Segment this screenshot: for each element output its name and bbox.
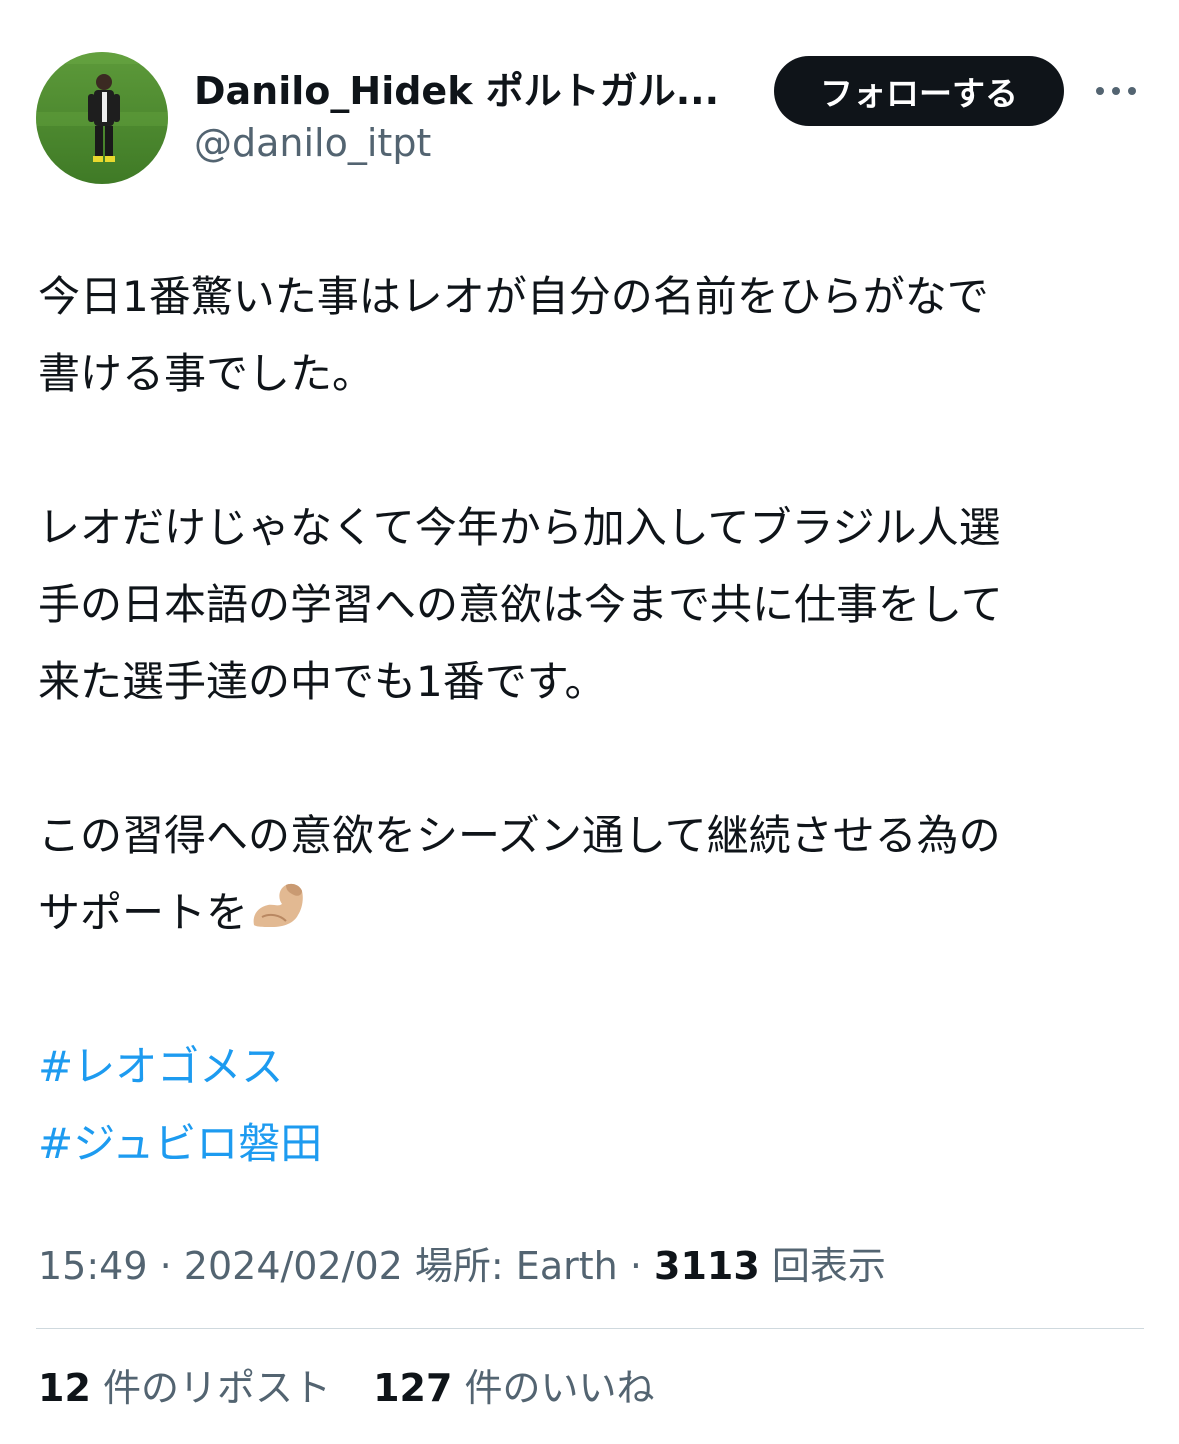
text-line: 書ける事でした。 — [38, 349, 375, 398]
text-line: 来た選手達の中でも1番です。 — [38, 657, 607, 706]
views-label: 回表示 — [771, 1244, 886, 1288]
meta-separator: · — [629, 1244, 642, 1288]
tweet-header: Danilo_Hidek ポルトガル... @danilo_itpt フォローす… — [36, 52, 1144, 186]
text-line: この習得への意欲をシーズン通して継続させる為の — [38, 811, 1001, 860]
hashtag-link[interactable]: #レオゴメス — [38, 1028, 1148, 1105]
user-handle[interactable]: @danilo_itpt — [194, 116, 754, 170]
avatar-image — [36, 52, 168, 184]
tweet-time[interactable]: 15:49 — [38, 1244, 148, 1288]
tweet-location: 場所: Earth — [414, 1244, 618, 1288]
engagement-stats: 12 件のリポスト 127 件のいいね — [38, 1360, 655, 1416]
paragraph-2: レオだけじゃなくて今年から加入してブラジル人選 手の日本語の学習への意欲は今まで… — [38, 489, 1148, 720]
hashtag-link[interactable]: #ジュビロ磐田 — [38, 1105, 1148, 1182]
text-line: サポートを — [38, 888, 249, 937]
paragraph-3: この習得への意欲をシーズン通して継続させる為の サポートを — [38, 797, 1148, 951]
reposts-stat[interactable]: 12 件のリポスト — [38, 1360, 331, 1416]
tweet-meta: 15:49 · 2024/02/02 場所: Earth · 3113 回表示 — [38, 1238, 886, 1294]
display-name[interactable]: Danilo_Hidek ポルトガル... — [194, 66, 754, 116]
reposts-count: 12 — [38, 1366, 91, 1410]
text-line: レオだけじゃなくて今年から加入してブラジル人選 — [38, 503, 1001, 552]
reposts-label: 件のリポスト — [102, 1366, 331, 1410]
divider — [36, 1328, 1144, 1329]
text-line: 手の日本語の学習への意欲は今まで共に仕事をして — [38, 580, 1003, 629]
flexed-biceps-icon — [248, 877, 308, 933]
tweet-text: 今日1番驚いた事はレオが自分の名前をひらがなで 書ける事でした。 レオだけじゃな… — [38, 258, 1148, 1182]
avatar[interactable] — [36, 52, 168, 184]
author-info: Danilo_Hidek ポルトガル... @danilo_itpt — [194, 66, 754, 170]
views-count: 3113 — [654, 1244, 760, 1288]
follow-button[interactable]: フォローする — [774, 56, 1064, 126]
hashtag-list: #レオゴメス #ジュビロ磐田 — [38, 1028, 1148, 1182]
likes-stat[interactable]: 127 件のいいね — [373, 1360, 654, 1416]
more-horizontal-icon[interactable] — [1092, 78, 1140, 104]
text-line: 今日1番驚いた事はレオが自分の名前をひらがなで — [38, 272, 989, 321]
paragraph-1: 今日1番驚いた事はレオが自分の名前をひらがなで 書ける事でした。 — [38, 258, 1148, 412]
likes-count: 127 — [373, 1366, 453, 1410]
meta-separator: · — [159, 1244, 172, 1288]
tweet-date[interactable]: 2024/02/02 — [184, 1244, 403, 1288]
likes-label: 件のいいね — [464, 1366, 655, 1410]
